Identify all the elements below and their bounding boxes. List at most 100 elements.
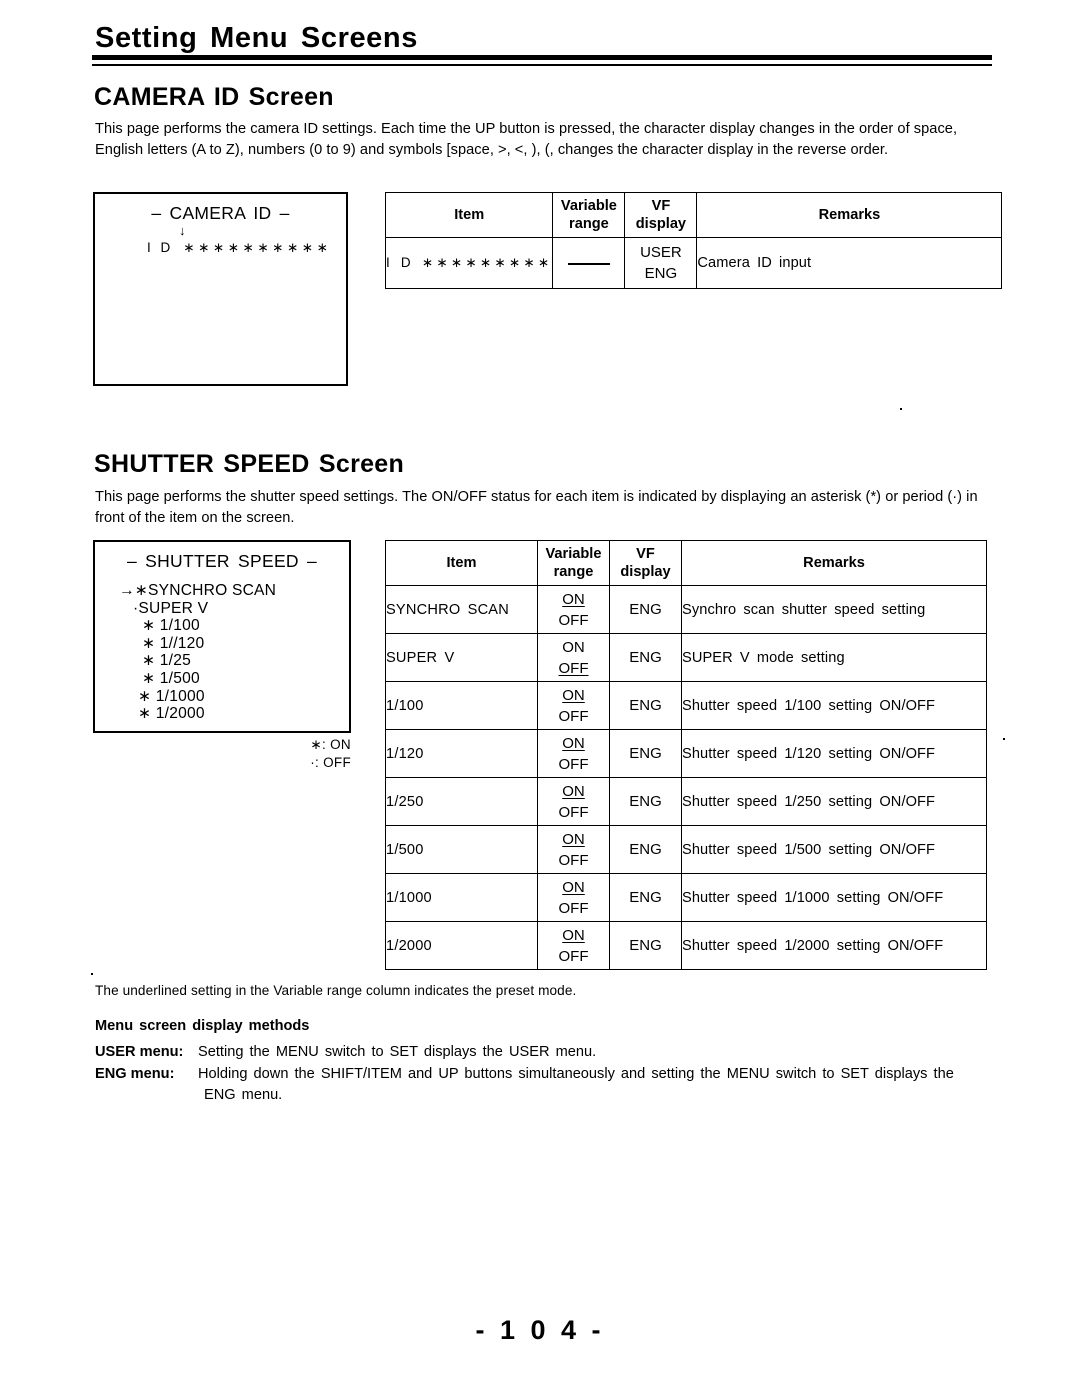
cell-vf-display: ENG <box>609 921 682 970</box>
page-number: - 1 0 4 - <box>475 1315 605 1345</box>
cell-item: 1/100 <box>385 681 538 730</box>
legend-off: ·: OFF <box>310 755 351 770</box>
eng-menu-text: Holding down the SHIFT/ITEM and UP butto… <box>198 1064 978 1106</box>
range-option-on: ON <box>562 734 585 752</box>
cell-remarks: SUPER V mode setting <box>681 633 987 682</box>
cell-item: 1/500 <box>385 825 538 874</box>
range-option-on: ON <box>562 782 585 800</box>
range-option-on: ON <box>562 686 585 704</box>
camera-id-screen-id-label: I D <box>147 240 174 255</box>
range-option-off: OFF <box>558 851 589 869</box>
menu-display-methods-heading: Menu screen display methods <box>95 1018 310 1034</box>
range-option-on: ON <box>562 638 585 656</box>
range-option-on: ON <box>562 830 585 848</box>
cell-item: SUPER V <box>385 633 538 682</box>
list-item: ∗ 1//120 <box>142 634 205 652</box>
column-header-variable-range-line2: range <box>569 216 609 232</box>
user-menu-method-row: USER menu: Setting the MENU switch to SET… <box>95 1042 995 1063</box>
cell-variable-range: ON OFF <box>537 825 610 874</box>
eng-menu-text-line2: ENG menu. <box>204 1087 283 1103</box>
scan-speck <box>900 408 902 410</box>
list-item: ∗ 1/1000 <box>138 687 205 705</box>
cell-item-stars: ∗∗∗∗∗∗∗∗∗ <box>421 255 553 270</box>
cell-item: 1/2000 <box>385 921 538 970</box>
table-header-row: Item Variable range VF display Remarks <box>384 192 1003 238</box>
cell-vf-display: ENG <box>609 825 682 874</box>
list-item: ∗ 1/100 <box>142 617 200 635</box>
cell-item: 1/250 <box>385 777 538 826</box>
eng-menu-method-row: ENG menu: Holding down the SHIFT/ITEM and… <box>95 1064 995 1106</box>
table-row: 1/1000 ON OFF ENG Shutter speed 1/1000 setti… <box>385 873 987 922</box>
camera-id-screen-id-stars: ∗∗∗∗∗∗∗∗∗∗ <box>183 240 332 255</box>
column-header-vf-display-line2: display <box>635 216 687 232</box>
section-intro-camera-id: This page performs the camera ID setting… <box>95 121 958 158</box>
cell-vf-line1: USER <box>640 244 682 261</box>
table-row: 1/120 ON OFF ENG Shutter speed 1/120 setting… <box>385 729 987 778</box>
cell-remarks: Shutter speed 1/250 setting ON/OFF <box>681 777 987 826</box>
camera-id-screen-illustration: – CAMERA ID – ↓ I D ∗∗∗∗∗∗∗∗∗∗ <box>93 192 348 386</box>
range-option-off: OFF <box>558 659 589 677</box>
range-option-off: OFF <box>558 611 589 629</box>
column-header-variable-range-line1: Variable <box>560 198 617 214</box>
column-header-vf-display-line1: VF <box>636 546 655 562</box>
range-option-off: OFF <box>558 755 589 773</box>
cell-remarks: Shutter speed 1/1000 setting ON/OFF <box>681 873 987 922</box>
cell-remarks: Shutter speed 1/500 setting ON/OFF <box>681 825 987 874</box>
shutter-speed-screen-illustration: – SHUTTER SPEED – →∗SYNCHRO SCAN ·SUPER … <box>93 540 351 733</box>
cell-vf-display: ENG <box>609 777 682 826</box>
cell-item: 1/120 <box>385 729 538 778</box>
down-arrow-icon: ↓ <box>179 223 187 238</box>
table-header-row: Item Variable range VF display Remarks <box>385 540 987 586</box>
column-header-remarks: Remarks <box>696 192 1003 238</box>
cell-vf-display: ENG <box>609 729 682 778</box>
range-option-off: OFF <box>558 947 589 965</box>
scan-speck <box>91 973 93 975</box>
shutter-speed-spec-table: Item Variable range VF display Remarks S… <box>385 540 987 970</box>
table-row: I D ∗∗∗∗∗∗∗∗∗ USER ENG Camera ID input <box>384 237 1003 289</box>
cell-variable-range <box>552 237 626 289</box>
table-row: 1/100 ON OFF ENG Shutter speed 1/100 setting… <box>385 681 987 730</box>
cell-remarks: Shutter speed 1/120 setting ON/OFF <box>681 729 987 778</box>
document-page: Setting Menu Screens CAMERA ID Screen Th… <box>0 0 1080 1400</box>
title-rule-thick <box>92 55 992 60</box>
eng-menu-text-line1: Holding down the SHIFT/ITEM and UP butto… <box>198 1066 954 1082</box>
cell-vf-display: ENG <box>609 873 682 922</box>
cell-variable-range: ON OFF <box>537 585 610 634</box>
title-rule-thin <box>92 64 992 66</box>
eng-menu-label: ENG menu: <box>95 1066 175 1082</box>
table-row: 1/250 ON OFF ENG Shutter speed 1/250 setting… <box>385 777 987 826</box>
cell-vf-line2: ENG <box>644 265 678 282</box>
cell-variable-range: ON OFF <box>537 873 610 922</box>
list-item: ∗ 1/500 <box>142 669 200 687</box>
cell-remarks: Shutter speed 1/2000 setting ON/OFF <box>681 921 987 970</box>
shutter-speed-screen-menu-list: →∗SYNCHRO SCAN ·SUPER V ∗ 1/100 ∗ 1//120… <box>95 582 349 723</box>
table-row: SUPER V ON OFF ENG SUPER V mode setting <box>385 633 987 682</box>
column-header-variable-range-line2: range <box>553 564 594 580</box>
list-item: ∗ 1/2000 <box>138 705 205 723</box>
section-heading-camera-id: CAMERA ID Screen <box>94 83 334 111</box>
cell-variable-range: ON OFF <box>537 777 610 826</box>
column-header-item: Item <box>384 192 554 238</box>
cell-variable-range: ON OFF <box>537 921 610 970</box>
table-row: 1/500 ON OFF ENG Shutter speed 1/500 setting… <box>385 825 987 874</box>
scan-speck <box>1003 738 1005 740</box>
cell-variable-range: ON OFF <box>537 729 610 778</box>
cell-variable-range: ON OFF <box>537 633 610 682</box>
cell-vf-display: USER ENG <box>624 237 698 289</box>
em-dash-icon <box>567 262 610 265</box>
table-row: SYNCHRO SCAN ON OFF ENG Synchro scan shutter… <box>385 585 987 634</box>
camera-id-spec-table: Item Variable range VF display Remarks I… <box>384 192 1003 289</box>
user-menu-label: USER menu: <box>95 1044 184 1060</box>
cell-vf-display: ENG <box>609 633 682 682</box>
shutter-speed-screen-title: – SHUTTER SPEED – <box>126 551 318 571</box>
shutter-speed-legend: ∗: ON ·: OFF <box>0 736 351 772</box>
range-option-off: OFF <box>558 899 589 917</box>
list-item: ∗ 1/25 <box>142 652 191 670</box>
cell-remarks: Camera ID input <box>696 237 1003 289</box>
column-header-vf-display-line2: display <box>620 564 671 580</box>
column-header-variable-range: Variable range <box>537 540 610 586</box>
legend-on: ∗: ON <box>310 737 351 752</box>
section-heading-shutter-speed: SHUTTER SPEED Screen <box>94 450 405 478</box>
camera-id-screen-id-row: ↓ I D ∗∗∗∗∗∗∗∗∗∗ <box>95 224 346 256</box>
column-header-vf-display-line1: VF <box>651 198 671 214</box>
